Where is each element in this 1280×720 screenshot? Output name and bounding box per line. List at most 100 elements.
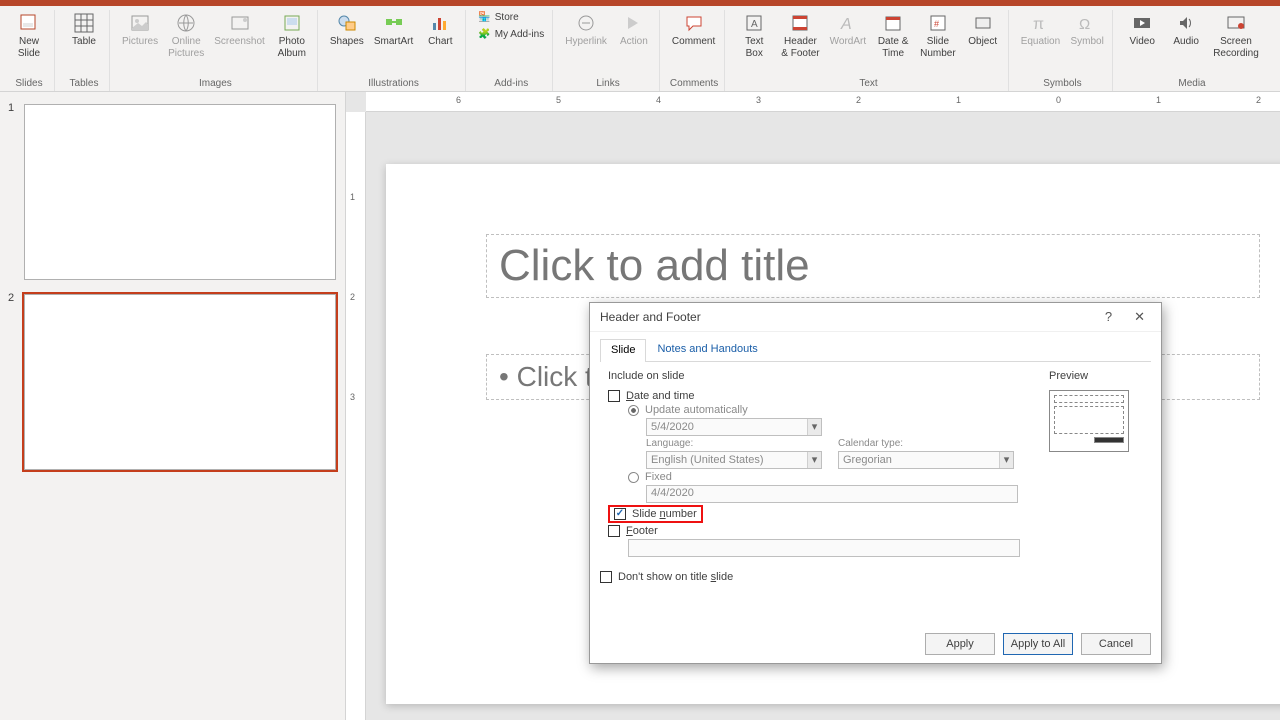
wordart-icon: A xyxy=(837,12,859,34)
help-button[interactable]: ? xyxy=(1099,307,1118,327)
tab-notes-handouts[interactable]: Notes and Handouts xyxy=(646,338,768,361)
ribbon: New Slide Slides Table Tables Pictures O… xyxy=(0,6,1280,92)
photo-album-button[interactable]: Photo Album xyxy=(273,10,311,62)
dont-show-title-checkbox[interactable] xyxy=(600,571,612,583)
screenshot-icon xyxy=(229,12,251,34)
close-button[interactable]: ✕ xyxy=(1128,307,1151,327)
group-comments: Comment Comments xyxy=(664,10,725,91)
video-icon xyxy=(1131,12,1153,34)
horizontal-ruler: 6 5 4 3 2 1 0 1 2 xyxy=(366,92,1280,112)
audio-icon xyxy=(1175,12,1197,34)
group-media: Video Audio Screen Recording Media xyxy=(1117,10,1267,91)
auto-date-select[interactable]: 5/4/2020▾ xyxy=(646,418,822,436)
date-time-button[interactable]: Date & Time xyxy=(874,10,912,62)
slide-thumbnail-pane[interactable]: 1 2 xyxy=(0,92,346,720)
text-box-icon: A xyxy=(743,12,765,34)
table-icon xyxy=(73,12,95,34)
tab-slide[interactable]: Slide xyxy=(600,339,646,362)
equation-button[interactable]: πEquation xyxy=(1019,10,1062,50)
chevron-down-icon: ▾ xyxy=(807,452,821,468)
update-auto-radio[interactable] xyxy=(628,405,639,416)
footer-label: FooterFooter xyxy=(626,525,658,537)
my-addins-button[interactable]: 🧩My Add-ins xyxy=(476,27,546,42)
header-footer-icon xyxy=(789,12,811,34)
table-button[interactable]: Table xyxy=(65,10,103,50)
thumbnail-2[interactable]: 2 xyxy=(10,294,335,470)
language-select[interactable]: English (United States)▾ xyxy=(646,451,822,469)
comment-button[interactable]: Comment xyxy=(670,10,717,50)
svg-text:Ω: Ω xyxy=(1079,16,1090,33)
group-addins: 🏪Store 🧩My Add-ins Add-ins xyxy=(470,10,553,91)
video-button[interactable]: Video xyxy=(1123,10,1161,50)
apply-to-all-button[interactable]: Apply to All xyxy=(1003,633,1073,655)
slide-number-label: Slide numberSlide number xyxy=(632,508,697,520)
group-illustrations: Shapes SmartArt Chart Illustrations xyxy=(322,10,466,91)
group-tables: Table Tables xyxy=(59,10,110,91)
footer-checkbox[interactable] xyxy=(608,525,620,537)
action-button[interactable]: Action xyxy=(615,10,653,50)
chevron-down-icon: ▾ xyxy=(807,419,821,435)
calendar-label: Calendar type: xyxy=(838,438,1014,449)
new-slide-button[interactable]: New Slide xyxy=(10,10,48,62)
language-label: Language: xyxy=(646,438,822,449)
screenshot-button[interactable]: Screenshot xyxy=(212,10,267,50)
vertical-ruler: 1 2 3 xyxy=(346,112,366,720)
slide-number-icon: # xyxy=(927,12,949,34)
date-time-icon xyxy=(882,12,904,34)
date-time-checkbox[interactable] xyxy=(608,390,620,402)
group-text: AText Box Header & Footer AWordArt Date … xyxy=(729,10,1008,91)
comment-icon xyxy=(683,12,705,34)
dialog-tabs: Slide Notes and Handouts xyxy=(600,338,1151,362)
store-icon: 🏪 xyxy=(478,12,490,23)
cancel-button[interactable]: Cancel xyxy=(1081,633,1151,655)
chevron-down-icon: ▾ xyxy=(999,452,1013,468)
store-button[interactable]: 🏪Store xyxy=(476,10,546,25)
fixed-label: Fixed xyxy=(645,471,672,483)
thumbnail-1[interactable]: 1 xyxy=(10,104,335,280)
calendar-select[interactable]: Gregorian▾ xyxy=(838,451,1014,469)
group-links: Hyperlink Action Links xyxy=(557,10,660,91)
online-pictures-button[interactable]: Online Pictures xyxy=(166,10,206,62)
hyperlink-icon xyxy=(575,12,597,34)
hyperlink-button[interactable]: Hyperlink xyxy=(563,10,609,50)
screen-recording-button[interactable]: Screen Recording xyxy=(1211,10,1261,62)
group-label: Slides xyxy=(10,76,48,89)
shapes-button[interactable]: Shapes xyxy=(328,10,366,50)
preview-label: Preview xyxy=(1049,370,1143,382)
preview-thumbnail xyxy=(1049,390,1129,452)
screen-recording-icon xyxy=(1225,12,1247,34)
header-footer-button[interactable]: Header & Footer xyxy=(779,10,821,62)
audio-button[interactable]: Audio xyxy=(1167,10,1205,50)
chart-button[interactable]: Chart xyxy=(421,10,459,50)
symbol-icon: Ω xyxy=(1076,12,1098,34)
slide-number-button[interactable]: #Slide Number xyxy=(918,10,958,62)
footer-input[interactable] xyxy=(628,539,1020,557)
pictures-button[interactable]: Pictures xyxy=(120,10,160,50)
title-placeholder[interactable]: Click to add title xyxy=(486,234,1260,298)
header-footer-dialog: Header and Footer ? ✕ Slide Notes and Ha… xyxy=(589,302,1162,664)
group-symbols: πEquation ΩSymbol Symbols xyxy=(1013,10,1113,91)
pictures-icon xyxy=(129,12,151,34)
smartart-icon xyxy=(383,12,405,34)
date-time-label: DDate and timeate and time xyxy=(626,390,695,402)
slide-number-checkbox[interactable] xyxy=(614,508,626,520)
group-slides: New Slide Slides xyxy=(4,10,55,91)
smartart-button[interactable]: SmartArt xyxy=(372,10,415,50)
equation-icon: π xyxy=(1029,12,1051,34)
group-images: Pictures Online Pictures Screenshot Phot… xyxy=(114,10,318,91)
dialog-title: Header and Footer xyxy=(600,310,701,324)
addins-icon: 🧩 xyxy=(478,29,490,40)
fixed-radio[interactable] xyxy=(628,472,639,483)
apply-button[interactable]: Apply xyxy=(925,633,995,655)
text-box-button[interactable]: AText Box xyxy=(735,10,773,62)
svg-text:#: # xyxy=(934,19,939,29)
online-pictures-icon xyxy=(175,12,197,34)
object-button[interactable]: Object xyxy=(964,10,1002,50)
dont-show-title-label: Don't show on title slideDon't show on t… xyxy=(618,571,733,583)
update-auto-label: Update automatically xyxy=(645,404,748,416)
fixed-date-input[interactable]: 4/4/2020 xyxy=(646,485,1018,503)
photo-album-icon xyxy=(281,12,303,34)
svg-text:π: π xyxy=(1033,16,1044,33)
wordart-button[interactable]: AWordArt xyxy=(828,10,869,50)
symbol-button[interactable]: ΩSymbol xyxy=(1068,10,1106,50)
